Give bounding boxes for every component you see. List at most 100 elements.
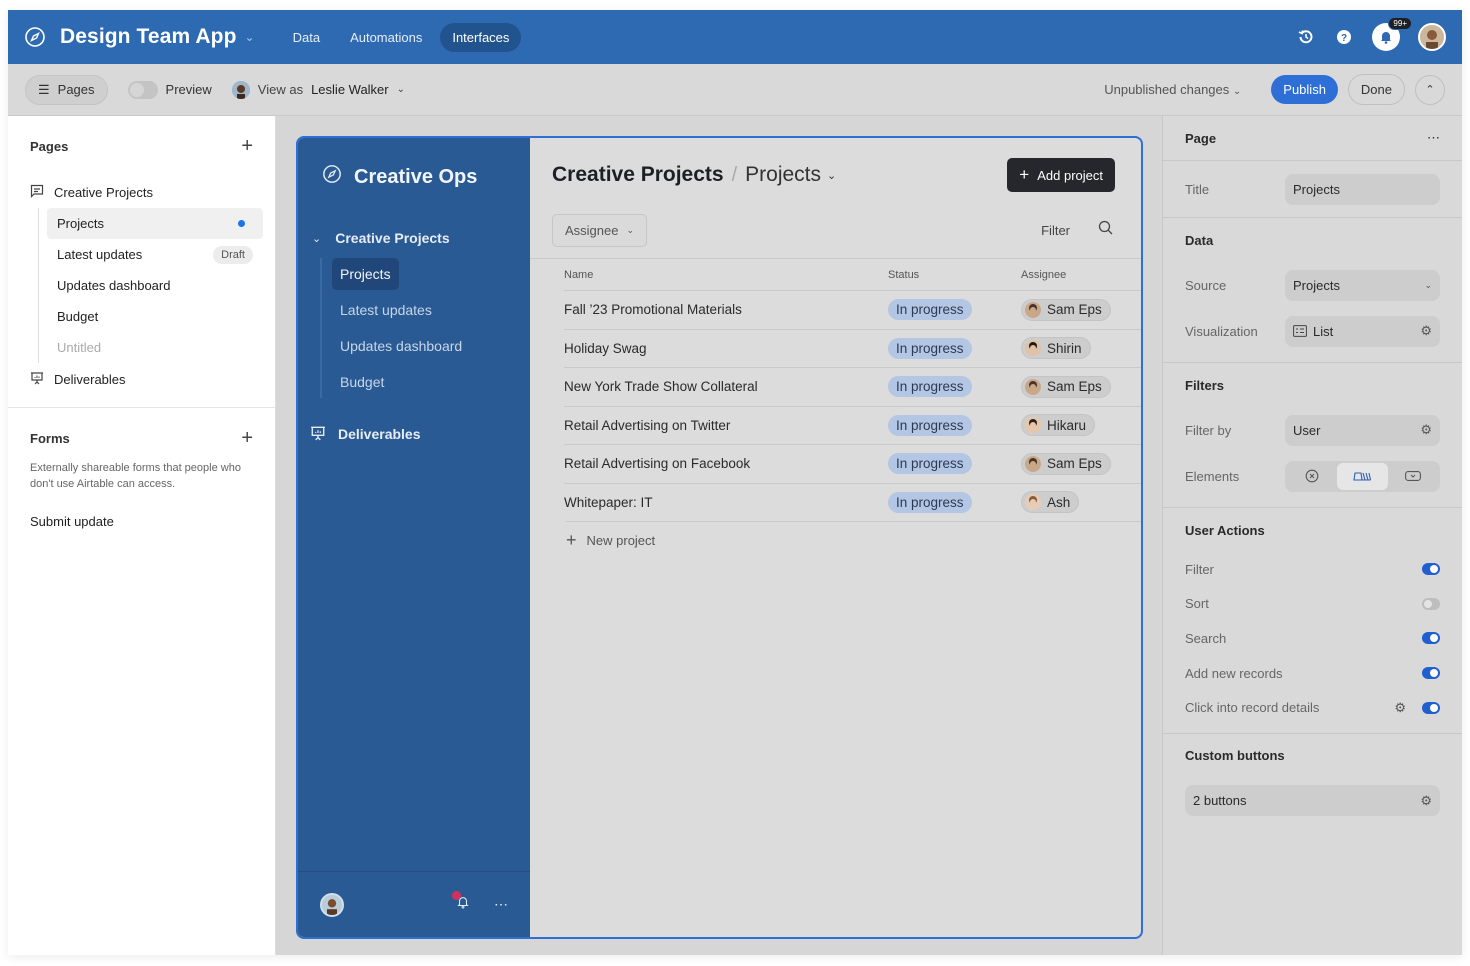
nav-automations[interactable]: Automations <box>338 23 434 52</box>
view-as-dropdown[interactable]: View as Leslie Walker ⌄ <box>231 80 405 99</box>
title-label: Title <box>1185 181 1210 197</box>
assignee-pill[interactable]: Hikaru <box>1021 414 1096 437</box>
view-as-user: Leslie Walker <box>311 82 389 97</box>
user-action-toggle[interactable] <box>1422 701 1440 714</box>
preview-toggle[interactable] <box>127 80 158 99</box>
nav-data[interactable]: Data <box>281 23 332 52</box>
filter-by-select[interactable]: User ⚙ <box>1285 414 1440 446</box>
table-row[interactable]: Retail Advertising on Facebook In progres… <box>564 444 1141 483</box>
user-action-toggle[interactable] <box>1422 632 1440 645</box>
project-name: New York Trade Show Collateral <box>564 379 758 395</box>
status-cell: In progress <box>888 453 1021 475</box>
table-row[interactable]: Fall ’23 Promotional Materials In progres… <box>564 290 1141 329</box>
interface-group-creative-projects[interactable]: ⌄ Creative Projects <box>298 222 530 254</box>
gear-icon[interactable]: ⚙ <box>1394 700 1406 716</box>
column-header-assignee[interactable]: Assignee <box>1021 269 1066 281</box>
publish-actions: Unpublished changes ⌄ Publish Done ⌃ <box>1104 74 1445 105</box>
breadcrumb-current[interactable]: Projects <box>745 163 821 187</box>
page-item-projects[interactable]: Projects <box>47 208 263 239</box>
assignee-filter-dropdown[interactable]: Assignee ⌄ <box>552 213 648 247</box>
page-item-updates-dashboard[interactable]: Updates dashboard <box>47 270 263 301</box>
status-badge: In progress <box>888 414 972 436</box>
content-toolbar: Assignee ⌄ Filter <box>552 212 1141 248</box>
column-header-status[interactable]: Status <box>888 269 1021 281</box>
elements-option-tabs[interactable] <box>1337 462 1388 490</box>
elements-option-none[interactable] <box>1287 463 1337 490</box>
table-header: Name Status Assignee <box>530 259 1141 290</box>
current-user-avatar[interactable] <box>320 892 344 917</box>
table-row[interactable]: Retail Advertising on Twitter In progress… <box>564 405 1141 445</box>
bell-icon[interactable] <box>452 891 470 914</box>
search-icon[interactable] <box>1098 220 1113 240</box>
forms-heading: Forms <box>30 430 70 446</box>
chevron-down-icon[interactable]: ⌄ <box>827 169 836 182</box>
interface-nav-latest-updates[interactable]: Latest updates <box>332 294 440 326</box>
interface-nav-updates-dashboard[interactable]: Updates dashboard <box>332 330 470 362</box>
assignee-pill[interactable]: Sam Eps <box>1021 298 1111 321</box>
assignee-pill[interactable]: Shirin <box>1021 337 1091 360</box>
assignee-name: Hikaru <box>1047 417 1087 433</box>
status-cell: In progress <box>888 337 1021 359</box>
filter-by-row: Filter by User ⚙ <box>1185 407 1440 453</box>
interface-brand: Creative Ops <box>298 138 530 216</box>
new-project-button[interactable]: + New project <box>566 521 1141 559</box>
project-name: Retail Advertising on Facebook <box>564 456 751 472</box>
user-avatar[interactable] <box>1418 23 1446 51</box>
user-action-label: Sort <box>1185 596 1209 612</box>
title-input[interactable]: Projects <box>1285 173 1440 205</box>
assignee-pill[interactable]: Ash <box>1021 491 1080 514</box>
compass-icon[interactable] <box>24 26 46 48</box>
assignee-pill[interactable]: Sam Eps <box>1021 375 1111 398</box>
unpublished-changes-dropdown[interactable]: Unpublished changes ⌄ <box>1104 82 1241 97</box>
history-icon[interactable] <box>1296 27 1316 47</box>
page-group-deliverables[interactable]: Deliverables <box>8 363 275 395</box>
page-item-untitled[interactable]: Untitled <box>47 332 263 363</box>
assignee-avatar <box>1025 378 1041 395</box>
nav-interfaces[interactable]: Interfaces <box>440 22 522 52</box>
source-select[interactable]: Projects ⌄ <box>1285 269 1440 301</box>
draft-badge: Draft <box>213 245 253 264</box>
notifications-button[interactable]: 99+ <box>1372 17 1412 51</box>
done-button[interactable]: Done <box>1347 74 1405 105</box>
interface-preview[interactable]: Creative Ops ⌄ Creative Projects Project… <box>296 136 1143 939</box>
page-item-budget[interactable]: Budget <box>47 301 263 332</box>
custom-buttons-field[interactable]: 2 buttons ⚙ <box>1185 785 1440 817</box>
table-row[interactable]: Whitepaper: IT In progress Ash <box>564 482 1141 522</box>
user-action-toggle[interactable] <box>1422 563 1440 576</box>
chevron-down-icon[interactable]: ⌄ <box>245 30 255 44</box>
page-item-latest-updates[interactable]: Latest updates Draft <box>47 239 263 270</box>
interface-nav-budget[interactable]: Budget <box>332 366 392 398</box>
interface-nav-deliverables[interactable]: Deliverables <box>298 418 530 450</box>
help-icon[interactable]: ? <box>1334 27 1354 47</box>
table-row[interactable]: New York Trade Show Collateral In progres… <box>564 367 1141 406</box>
gear-icon[interactable]: ⚙ <box>1420 323 1432 339</box>
app-title[interactable]: Design Team App <box>60 25 237 49</box>
page-list: Projects Latest updates Draft Updates da… <box>38 208 263 363</box>
gear-icon[interactable]: ⚙ <box>1420 422 1432 438</box>
user-action-toggle[interactable] <box>1422 597 1440 610</box>
table-row[interactable]: Holiday Swag In progress Shirin <box>564 328 1141 368</box>
form-item-submit-update[interactable]: Submit update <box>8 514 275 529</box>
add-form-icon[interactable]: + <box>241 427 253 450</box>
status-badge: In progress <box>888 376 972 398</box>
page-group-creative-projects[interactable]: Creative Projects <box>8 176 275 208</box>
column-header-name[interactable]: Name <box>564 269 888 281</box>
add-project-button[interactable]: + Add project <box>1007 158 1115 192</box>
publish-button[interactable]: Publish <box>1271 75 1338 104</box>
elements-option-dropdown[interactable] <box>1388 463 1438 490</box>
status-cell: In progress <box>888 491 1021 513</box>
brand-name: Creative Ops <box>354 165 478 188</box>
pages-toggle-button[interactable]: ☰ Pages <box>25 74 108 105</box>
gear-icon[interactable]: ⚙ <box>1420 793 1432 809</box>
more-icon[interactable]: ⋯ <box>1427 130 1440 146</box>
more-icon[interactable]: ⋯ <box>494 896 508 913</box>
unpublished-dot <box>238 220 245 227</box>
add-page-icon[interactable]: + <box>241 135 253 158</box>
collapse-button[interactable]: ⌃ <box>1415 74 1445 105</box>
filter-button[interactable]: Filter <box>1041 223 1070 238</box>
user-action-toggle[interactable] <box>1422 667 1440 680</box>
assignee-pill[interactable]: Sam Eps <box>1021 452 1111 475</box>
visualization-select[interactable]: List ⚙ <box>1285 315 1440 347</box>
custom-buttons-row: 2 buttons ⚙ <box>1185 778 1440 824</box>
interface-nav-projects[interactable]: Projects <box>332 258 399 290</box>
